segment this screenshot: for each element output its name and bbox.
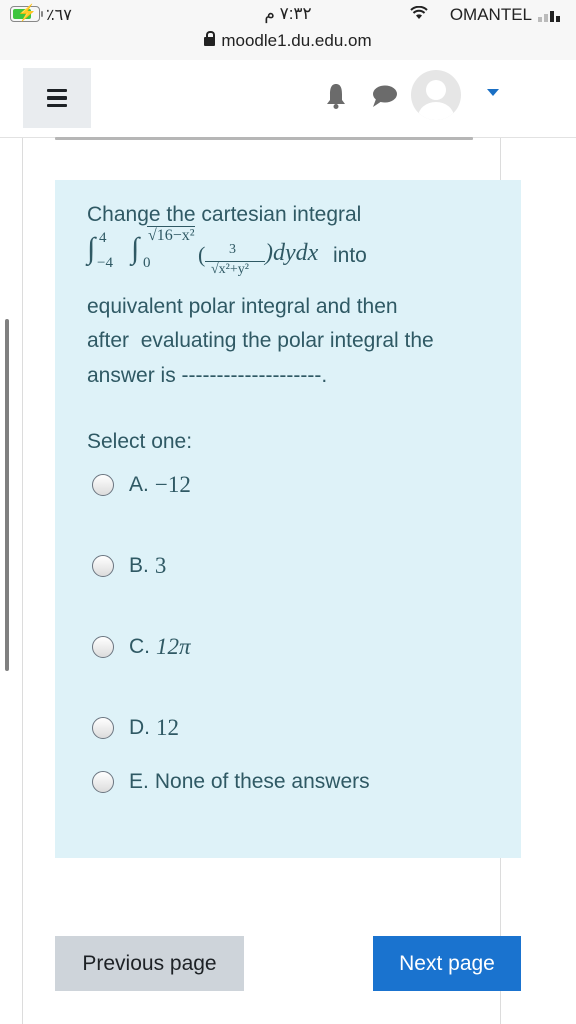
question-box: Change the cartesian integral ∫ 4 −4 ∫ 0… <box>55 180 521 858</box>
question-text-line-5: answer is --------------------. <box>87 364 328 387</box>
option-value: 12π <box>156 634 191 659</box>
radio-button[interactable] <box>92 717 114 739</box>
radio-button[interactable] <box>92 771 114 793</box>
open-paren: ( <box>198 242 206 267</box>
status-bar: ⚡ ٪٦٧ ٧:٣٢ م OMANTEL moodle1.du.edu.om <box>0 0 576 60</box>
menu-button[interactable] <box>23 68 91 128</box>
option-letter: B. <box>129 554 149 577</box>
option-value: None of these answers <box>154 770 370 793</box>
outer-integral-sign: ∫ <box>87 232 96 265</box>
question-text-line-1: Change the cartesian integral <box>87 203 362 226</box>
notifications-button[interactable] <box>325 82 347 110</box>
user-avatar-icon <box>426 80 446 100</box>
lock-icon <box>204 31 216 46</box>
page-frame-left-border <box>22 138 23 1024</box>
url-text: moodle1.du.edu.om <box>221 31 372 50</box>
question-text-line-3: equivalent polar integral and then <box>87 295 398 318</box>
hamburger-icon <box>47 88 67 93</box>
inner-integral-sign: ∫ <box>131 232 140 265</box>
option-value: −12 <box>154 472 191 497</box>
signal-strength-icon <box>538 8 564 22</box>
page-divider <box>55 137 473 140</box>
address-bar[interactable]: moodle1.du.edu.om <box>0 31 576 51</box>
option-b[interactable]: B. 3 <box>92 553 166 579</box>
option-d[interactable]: D. 12 <box>92 715 179 741</box>
option-value: 3 <box>154 553 167 578</box>
radio-button[interactable] <box>92 555 114 577</box>
option-a[interactable]: A. −12 <box>92 472 191 498</box>
next-page-button[interactable]: Next page <box>373 936 521 991</box>
option-letter: C. <box>129 635 150 658</box>
radio-button[interactable] <box>92 636 114 658</box>
option-letter: A. <box>129 473 149 496</box>
option-letter: D. <box>129 716 150 739</box>
caret-down-icon[interactable] <box>487 89 499 96</box>
user-avatar[interactable] <box>411 70 461 120</box>
carrier-name: OMANTEL <box>449 5 532 24</box>
question-text-line-4: after evaluating the polar integral the <box>87 329 434 352</box>
inner-lower-limit: 0 <box>143 255 151 271</box>
fraction-numerator: 3 <box>229 242 236 257</box>
select-one-label: Select one: <box>87 430 193 453</box>
bell-icon <box>327 84 345 109</box>
top-navbar <box>0 60 576 138</box>
previous-page-button[interactable]: Previous page <box>55 936 244 991</box>
differentials: )dydx <box>265 240 319 266</box>
inner-upper-limit: √16−x² <box>147 226 195 244</box>
radio-button[interactable] <box>92 474 114 496</box>
option-c[interactable]: C. 12π <box>92 634 191 660</box>
fraction-denominator: √x²+y² <box>211 262 249 277</box>
chat-bubble-icon <box>373 85 397 107</box>
option-e[interactable]: E. None of these answers <box>92 770 370 794</box>
into-text: into <box>333 244 367 267</box>
messages-button[interactable] <box>370 84 398 110</box>
option-value: 12 <box>156 715 179 740</box>
wifi-icon <box>410 5 428 24</box>
outer-lower-limit: −4 <box>97 255 113 271</box>
option-letter: E. <box>129 770 149 793</box>
vertical-scrollbar[interactable] <box>5 319 9 671</box>
outer-upper-limit: 4 <box>99 230 107 246</box>
